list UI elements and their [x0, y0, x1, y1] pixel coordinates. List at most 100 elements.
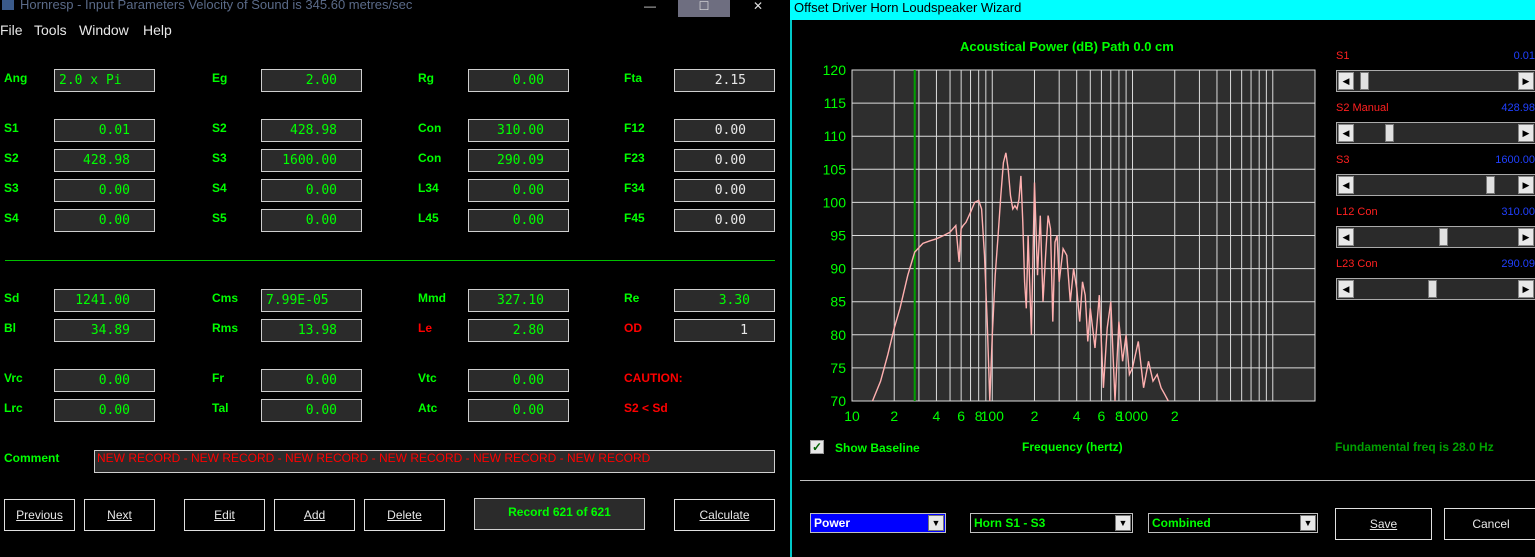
- previous-button[interactable]: Previous: [4, 499, 75, 531]
- field-re[interactable]: 3.30: [674, 289, 775, 312]
- slider-track[interactable]: ◀ ▶: [1336, 226, 1535, 248]
- label-l34: L34: [418, 181, 439, 195]
- edit-button[interactable]: Edit: [184, 499, 265, 531]
- field-sd[interactable]: 1241.00: [54, 289, 155, 312]
- y-tick-label: 95: [830, 228, 846, 244]
- field-ang[interactable]: 2.0 x Pi: [54, 69, 155, 92]
- x-tick-label: 4: [1073, 408, 1081, 424]
- field-bl[interactable]: 34.89: [54, 319, 155, 342]
- label-lrc: Lrc: [4, 401, 23, 415]
- field-f12[interactable]: 0.00: [674, 119, 775, 142]
- label-od: OD: [624, 321, 642, 335]
- field-s3-b[interactable]: 0.00: [54, 179, 155, 202]
- right-arrow-icon[interactable]: ▶: [1518, 124, 1534, 142]
- field-l45[interactable]: 0.00: [468, 209, 569, 232]
- comment-field[interactable]: NEW RECORD - NEW RECORD - NEW RECORD - N…: [94, 450, 775, 473]
- label-s3-b: S3: [4, 181, 19, 195]
- field-cms[interactable]: 7.99E-05: [261, 289, 362, 312]
- right-arrow-icon[interactable]: ▶: [1518, 72, 1534, 90]
- window-border: [790, 20, 792, 557]
- right-arrow-icon[interactable]: ▶: [1518, 280, 1534, 298]
- slider-track[interactable]: ◀ ▶: [1336, 122, 1535, 144]
- field-s1[interactable]: 0.01: [54, 119, 155, 142]
- field-tal[interactable]: 0.00: [261, 399, 362, 422]
- menu-file[interactable]: File: [0, 22, 23, 38]
- slider-value: 310.00: [1501, 206, 1535, 218]
- minimize-button[interactable]: —: [624, 0, 676, 17]
- field-con-1[interactable]: 310.00: [468, 119, 569, 142]
- label-con-2: Con: [418, 151, 442, 165]
- mode-dropdown[interactable]: Power ▼: [810, 513, 946, 533]
- close-button[interactable]: ✕: [732, 0, 784, 17]
- next-button[interactable]: Next: [84, 499, 155, 531]
- label-comment: Comment: [4, 451, 60, 465]
- field-s4[interactable]: 0.00: [261, 179, 362, 202]
- right-arrow-icon[interactable]: ▶: [1518, 176, 1534, 194]
- field-fr[interactable]: 0.00: [261, 369, 362, 392]
- field-le[interactable]: 2.80: [468, 319, 569, 342]
- left-arrow-icon[interactable]: ◀: [1338, 124, 1354, 142]
- field-s4-b[interactable]: 0.00: [54, 209, 155, 232]
- slider-label: S2 Manual: [1336, 102, 1389, 114]
- slider-thumb[interactable]: [1485, 176, 1495, 194]
- delete-button[interactable]: Delete: [364, 499, 445, 531]
- x-axis-title: Frequency (hertz): [1022, 440, 1123, 454]
- calculate-button[interactable]: Calculate: [674, 499, 775, 531]
- left-arrow-icon[interactable]: ◀: [1338, 228, 1354, 246]
- field-s2-b[interactable]: 428.98: [54, 149, 155, 172]
- y-tick-label: 90: [830, 261, 846, 277]
- field-od[interactable]: 1: [674, 319, 775, 342]
- label-f12: F12: [624, 121, 645, 135]
- left-arrow-icon[interactable]: ◀: [1338, 176, 1354, 194]
- left-arrow-icon[interactable]: ◀: [1338, 280, 1354, 298]
- combined-dropdown[interactable]: Combined ▼: [1148, 513, 1318, 533]
- chevron-down-icon[interactable]: ▼: [1300, 515, 1316, 531]
- mode-dropdown-value: Power: [814, 516, 851, 530]
- horn-dropdown[interactable]: Horn S1 - S3 ▼: [970, 513, 1133, 533]
- chevron-down-icon[interactable]: ▼: [928, 515, 944, 531]
- app-icon: [2, 0, 14, 10]
- field-f23[interactable]: 0.00: [674, 149, 775, 172]
- field-vtc[interactable]: 0.00: [468, 369, 569, 392]
- menu-tools[interactable]: Tools: [34, 22, 67, 38]
- left-arrow-icon[interactable]: ◀: [1338, 72, 1354, 90]
- show-baseline-label: Show Baseline: [835, 441, 920, 455]
- y-tick-label: 70: [830, 393, 846, 409]
- field-vrc[interactable]: 0.00: [54, 369, 155, 392]
- field-lrc[interactable]: 0.00: [54, 399, 155, 422]
- field-mmd[interactable]: 327.10: [468, 289, 569, 312]
- slider-track[interactable]: ◀ ▶: [1336, 278, 1535, 300]
- label-fr: Fr: [212, 371, 224, 385]
- field-fta[interactable]: 2.15: [674, 69, 775, 92]
- slider-track[interactable]: ◀ ▶: [1336, 174, 1535, 196]
- x-tick-label: 6: [957, 408, 965, 424]
- caution-text: S2 < Sd: [624, 401, 668, 415]
- show-baseline-checkbox[interactable]: ✓: [810, 440, 824, 454]
- slider-thumb[interactable]: [1427, 280, 1437, 298]
- chevron-down-icon[interactable]: ▼: [1115, 515, 1131, 531]
- cancel-button[interactable]: Cancel: [1444, 508, 1535, 540]
- wizard-title: Offset Driver Horn Loudspeaker Wizard: [794, 0, 1022, 15]
- field-con-2[interactable]: 290.09: [468, 149, 569, 172]
- save-button[interactable]: Save: [1335, 508, 1432, 540]
- field-f45[interactable]: 0.00: [674, 209, 775, 232]
- field-f34[interactable]: 0.00: [674, 179, 775, 202]
- label-vrc: Vrc: [4, 371, 23, 385]
- slider-thumb[interactable]: [1438, 228, 1448, 246]
- add-button[interactable]: Add: [274, 499, 355, 531]
- field-atc[interactable]: 0.00: [468, 399, 569, 422]
- field-eg[interactable]: 2.00: [261, 69, 362, 92]
- slider-thumb[interactable]: [1359, 72, 1369, 90]
- field-l34[interactable]: 0.00: [468, 179, 569, 202]
- menu-help[interactable]: Help: [143, 22, 172, 38]
- right-arrow-icon[interactable]: ▶: [1518, 228, 1534, 246]
- field-s3[interactable]: 1600.00: [261, 149, 362, 172]
- menu-window[interactable]: Window: [79, 22, 129, 38]
- field-s2[interactable]: 428.98: [261, 119, 362, 142]
- slider-track[interactable]: ◀ ▶: [1336, 70, 1535, 92]
- maximize-button[interactable]: ☐: [678, 0, 730, 17]
- field-rg[interactable]: 0.00: [468, 69, 569, 92]
- field-s5[interactable]: 0.00: [261, 209, 362, 232]
- field-rms[interactable]: 13.98: [261, 319, 362, 342]
- slider-thumb[interactable]: [1385, 124, 1395, 142]
